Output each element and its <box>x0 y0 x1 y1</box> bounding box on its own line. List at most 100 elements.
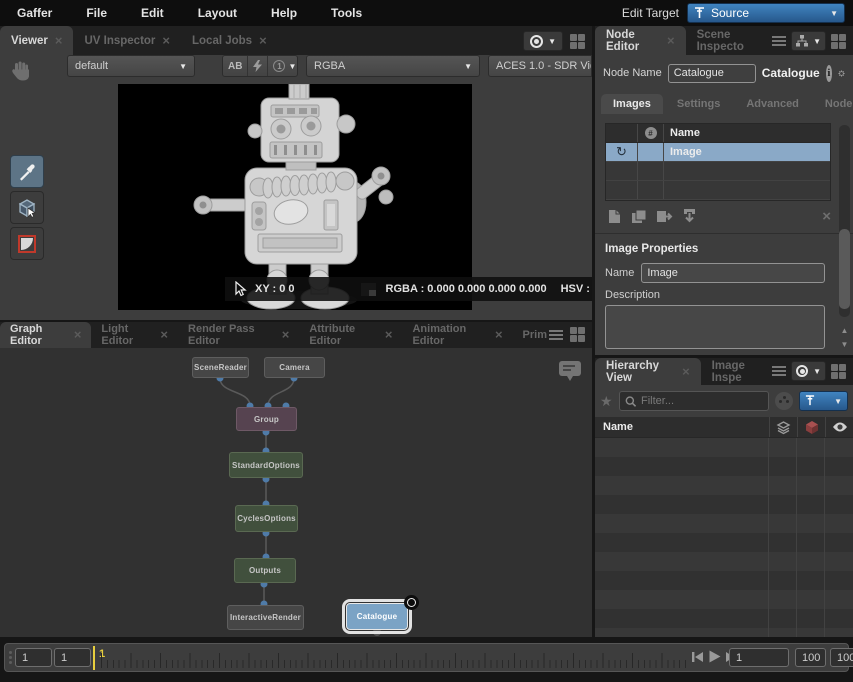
tab-hierarchy-view[interactable]: Hierarchy View × <box>595 358 701 385</box>
description-textarea[interactable] <box>605 305 825 349</box>
subtab-node[interactable]: Node <box>813 94 853 114</box>
go-to-start-icon[interactable] <box>691 651 704 663</box>
graph-canvas[interactable]: SceneReader Camera Group StandardOptions… <box>0 348 592 637</box>
name-column-header[interactable]: Name <box>664 124 830 142</box>
node-cyclesoptions[interactable]: CyclesOptions <box>235 505 298 532</box>
node-outputs[interactable]: Outputs <box>234 558 296 583</box>
tab-viewer[interactable]: Viewer × <box>0 26 73 55</box>
tab-node-editor[interactable]: Node Editor × <box>595 26 686 55</box>
compare-image-dropdown[interactable]: 1 ▼ <box>267 56 301 76</box>
close-icon[interactable]: × <box>55 36 63 46</box>
tab-render-pass-editor[interactable]: Render Pass Editor × <box>178 322 299 348</box>
scrollbar-thumb[interactable] <box>839 229 850 309</box>
subtab-advanced[interactable]: Advanced <box>734 94 811 114</box>
close-icon[interactable]: × <box>667 36 675 46</box>
close-icon[interactable]: × <box>160 330 168 340</box>
menu-layout[interactable]: Layout <box>181 6 254 20</box>
export-image-icon[interactable] <box>656 209 673 224</box>
scrollbar[interactable]: ▲ ▼ <box>839 125 850 351</box>
tab-overflow-icon[interactable] <box>772 36 786 46</box>
annotation-bubble-icon[interactable] <box>558 360 582 382</box>
extract-column-icon[interactable] <box>682 208 697 224</box>
selection-tool-button[interactable] <box>10 191 44 224</box>
edit-target-dropdown[interactable]: Source ▼ <box>687 3 845 23</box>
scroll-down-icon[interactable]: ▼ <box>839 340 850 349</box>
display-transform-button[interactable]: ACES 1.0 - SDR Video <box>488 55 592 77</box>
gear-icon[interactable] <box>838 64 845 83</box>
ab-compare-button[interactable]: AB <box>223 56 247 76</box>
pin-scope-dropdown[interactable]: ▼ <box>799 391 848 411</box>
end-frame-field[interactable]: 100 <box>830 648 853 667</box>
close-icon[interactable]: × <box>682 367 690 377</box>
range-end-field[interactable]: 100 <box>795 648 826 667</box>
tab-image-inspector[interactable]: Image Inspe <box>701 358 772 385</box>
tab-animation-editor[interactable]: Animation Editor × <box>402 322 512 348</box>
close-icon[interactable]: × <box>385 330 393 340</box>
node-camera[interactable]: Camera <box>264 357 325 378</box>
tab-attribute-editor[interactable]: Attribute Editor × <box>299 322 402 348</box>
edit-scope-button[interactable]: ▼ <box>791 361 826 381</box>
node-interactiverender[interactable]: InteractiveRender <box>227 605 304 630</box>
color-picker-tool-button[interactable] <box>10 155 44 188</box>
menu-edit[interactable]: Edit <box>124 6 181 20</box>
filter-input[interactable] <box>641 395 763 407</box>
lookthrough-button[interactable]: ▼ <box>523 31 563 51</box>
layout-grid-icon[interactable] <box>831 364 846 379</box>
current-frame-field[interactable]: 1 <box>54 648 91 667</box>
menu-tools[interactable]: Tools <box>314 6 379 20</box>
tab-local-jobs[interactable]: Local Jobs × <box>181 26 278 55</box>
duplicate-image-icon[interactable] <box>631 209 647 224</box>
tab-overflow-icon[interactable] <box>772 366 786 376</box>
layout-grid-icon[interactable] <box>831 34 846 49</box>
remove-image-icon[interactable]: × <box>822 208 831 225</box>
frame-field[interactable]: 1 <box>729 648 789 667</box>
frame-stepper-dots[interactable] <box>9 651 12 664</box>
tab-light-editor[interactable]: Light Editor × <box>91 322 178 348</box>
tab-prim-truncated[interactable]: Prim <box>513 322 549 348</box>
image-row[interactable]: ↻ Image <box>606 143 830 162</box>
node-catalogue[interactable]: Catalogue <box>346 603 408 630</box>
pan-tool-button[interactable] <box>8 57 34 83</box>
scroll-up-icon[interactable]: ▲ <box>839 326 850 335</box>
info-icon[interactable]: i <box>826 65 832 82</box>
crop-window-tool-button[interactable] <box>10 227 44 260</box>
filter-input-wrap[interactable] <box>619 391 769 411</box>
bookmark-star-icon[interactable]: ★ <box>600 393 613 410</box>
node-group[interactable]: Group <box>236 407 297 431</box>
view-dropdown[interactable]: default ▼ <box>67 55 195 77</box>
subtab-settings[interactable]: Settings <box>665 94 732 114</box>
channel-dropdown[interactable]: RGBA ▼ <box>306 55 480 77</box>
frame-ruler[interactable] <box>101 646 689 671</box>
image-name-input[interactable] <box>641 263 825 283</box>
range-start-field[interactable]: 1 <box>15 648 52 667</box>
close-icon[interactable]: × <box>259 36 267 46</box>
close-icon[interactable]: × <box>282 330 290 340</box>
column-header-visibility[interactable] <box>825 417 853 437</box>
layout-grid-icon[interactable] <box>570 34 585 49</box>
close-icon[interactable]: × <box>495 330 503 340</box>
tab-scene-inspector[interactable]: Scene Inspecto <box>686 26 773 55</box>
tab-overflow-icon[interactable] <box>549 330 563 340</box>
playhead[interactable] <box>93 646 95 670</box>
close-icon[interactable]: × <box>74 330 82 340</box>
layout-grid-icon[interactable] <box>570 327 585 342</box>
menu-help[interactable]: Help <box>254 6 314 20</box>
close-icon[interactable]: × <box>162 36 170 46</box>
hierarchy-table-body[interactable] <box>595 438 853 637</box>
add-image-icon[interactable] <box>607 209 622 224</box>
wipe-button[interactable] <box>247 56 267 76</box>
node-standardoptions[interactable]: StandardOptions <box>229 452 303 478</box>
tab-uv-inspector[interactable]: UV Inspector × <box>73 26 181 55</box>
column-header-inclusions[interactable] <box>769 417 797 437</box>
play-icon[interactable] <box>708 650 721 663</box>
column-header-exclusions[interactable] <box>797 417 825 437</box>
menu-file[interactable]: File <box>69 6 124 20</box>
pin-node-dropdown[interactable]: ▼ <box>791 31 826 51</box>
node-name-input[interactable] <box>668 64 756 83</box>
subtab-images[interactable]: Images <box>601 94 663 114</box>
name-column-header[interactable]: Name <box>595 421 769 433</box>
filter-options-icon[interactable] <box>775 392 793 410</box>
menu-gaffer[interactable]: Gaffer <box>0 6 69 20</box>
node-scenereader[interactable]: SceneReader <box>192 357 249 378</box>
tab-graph-editor[interactable]: Graph Editor × <box>0 322 91 348</box>
